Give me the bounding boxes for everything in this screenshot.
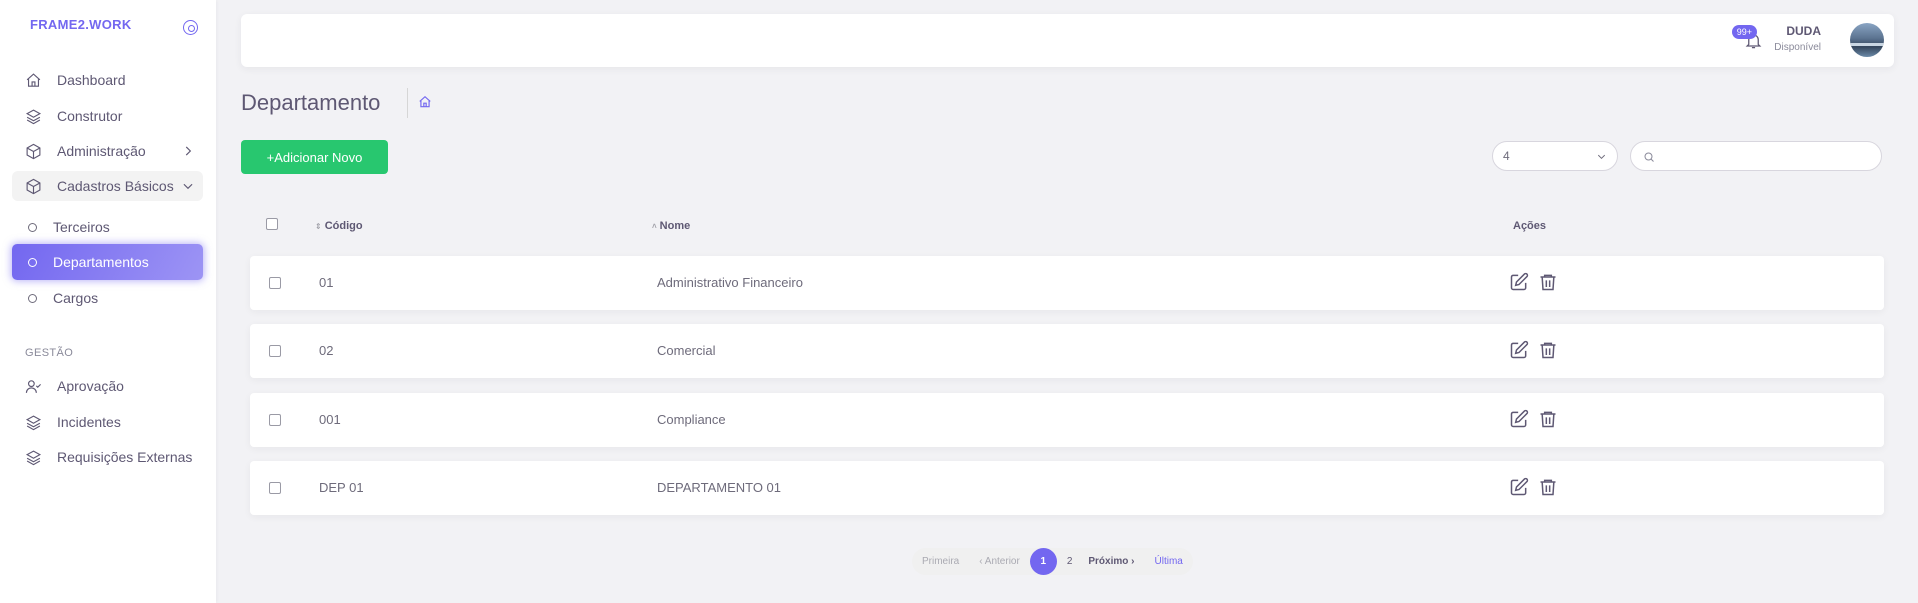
user-name[interactable]: DUDA (1786, 24, 1821, 38)
brand-logo[interactable]: FRAME2.WORK (30, 17, 132, 32)
row-checkbox[interactable] (269, 277, 281, 289)
sidebar-item-label: Administração (57, 143, 146, 159)
sidebar-item-requisicoes-externas[interactable]: Requisições Externas (12, 442, 203, 472)
edit-icon[interactable] (1509, 340, 1529, 363)
column-header-name[interactable]: ˄ Nome (652, 220, 690, 232)
column-header-code[interactable]: ⇕ Código (315, 220, 363, 232)
circle-icon (28, 222, 37, 232)
box-icon (24, 177, 42, 195)
table-header: ⇕ Código ˄ Nome Ações (250, 212, 1884, 240)
chevron-right-icon (181, 144, 195, 161)
page-title: Departamento (241, 90, 381, 115)
sidebar-subitem-label: Terceiros (53, 219, 110, 235)
row-checkbox[interactable] (269, 482, 281, 494)
row-code: 01 (319, 275, 334, 290)
pagination-first[interactable]: Primeira (912, 556, 969, 567)
search-icon (1643, 150, 1655, 168)
row-code: DEP 01 (319, 480, 364, 495)
layers-icon (24, 107, 42, 125)
edit-icon[interactable] (1509, 477, 1529, 500)
sidebar-item-cadastros-basicos[interactable]: Cadastros Básicos (12, 171, 203, 201)
trash-icon[interactable] (1538, 340, 1558, 363)
breadcrumb-home-icon[interactable] (418, 95, 432, 114)
row-checkbox[interactable] (269, 414, 281, 426)
sidebar-subitem-departamentos[interactable]: Departamentos (12, 244, 203, 280)
add-new-button[interactable]: +Adicionar Novo (241, 140, 388, 174)
row-code: 001 (319, 412, 341, 427)
pagination: Primeira ‹ Anterior 1 2 Próximo › Última (912, 548, 1193, 575)
notification-badge: 99+ (1731, 25, 1757, 39)
per-page-value: 4 (1503, 149, 1510, 163)
sidebar-item-label: Dashboard (57, 72, 126, 88)
layers-icon (24, 448, 42, 466)
sidebar-item-incidentes[interactable]: Incidentes (12, 407, 203, 437)
row-name: Administrativo Financeiro (657, 275, 803, 290)
search-input[interactable] (1659, 146, 1874, 166)
sidebar-item-label: Requisições Externas (57, 449, 193, 465)
sidebar-item-label: Construtor (57, 108, 123, 124)
sidebar-item-label: Aprovação (57, 378, 124, 394)
top-navbar: 99+ DUDA Disponível (241, 14, 1894, 67)
row-code: 02 (319, 343, 334, 358)
sort-icon: ⇕ (315, 221, 322, 231)
avatar[interactable] (1850, 23, 1884, 57)
title-divider (407, 88, 408, 118)
column-header-actions: Ações (1513, 220, 1547, 232)
search-box[interactable] (1630, 141, 1882, 171)
pagination-page-current[interactable]: 1 (1029, 548, 1057, 575)
edit-icon[interactable] (1509, 409, 1529, 432)
sidebar-item-construtor[interactable]: Construtor (12, 101, 203, 131)
row-checkbox[interactable] (269, 345, 281, 357)
pagination-last[interactable]: Última (1145, 556, 1193, 567)
chevron-down-icon (1596, 151, 1607, 165)
sidebar-item-label: Cadastros Básicos (57, 178, 174, 194)
pagination-page[interactable]: 2 (1061, 556, 1079, 567)
trash-icon[interactable] (1538, 409, 1558, 432)
section-label-gestao: GESTÃO (25, 347, 74, 359)
circle-icon (28, 293, 37, 303)
select-all-checkbox[interactable] (266, 218, 278, 230)
box-icon (24, 142, 42, 160)
edit-icon[interactable] (1509, 272, 1529, 295)
sidebar-item-aprovacao[interactable]: Aprovação (12, 371, 203, 401)
circle-icon (28, 257, 37, 267)
table-row[interactable]: 01 Administrativo Financeiro (250, 256, 1884, 310)
table-row[interactable]: DEP 01 DEPARTAMENTO 01 (250, 461, 1884, 515)
row-name: DEPARTAMENTO 01 (657, 480, 782, 495)
user-check-icon (24, 377, 42, 395)
sidebar-item-administracao[interactable]: Administração (12, 136, 203, 166)
sidebar-subitem-cargos[interactable]: Cargos (12, 280, 203, 316)
layers-icon (24, 413, 42, 431)
table-row[interactable]: 001 Compliance (250, 393, 1884, 447)
sidebar-item-label: Incidentes (57, 414, 121, 430)
trash-icon[interactable] (1538, 477, 1558, 500)
pagination-previous[interactable]: ‹ Anterior (969, 556, 1030, 567)
sidebar-toggle-icon[interactable] (183, 20, 198, 35)
sort-asc-icon: ˄ (652, 221, 657, 231)
sidebar-subitem-terceiros[interactable]: Terceiros (12, 209, 203, 245)
pagination-next[interactable]: Próximo › (1078, 556, 1144, 567)
home-icon (24, 71, 42, 89)
sidebar: FRAME2.WORK Dashboard Construtor Adminis… (0, 0, 216, 603)
table-row[interactable]: 02 Comercial (250, 324, 1884, 378)
user-status: Disponível (1774, 42, 1821, 53)
row-name: Comercial (657, 343, 716, 358)
sidebar-item-dashboard[interactable]: Dashboard (12, 65, 203, 95)
per-page-select[interactable]: 4 (1492, 141, 1618, 171)
chevron-down-icon (181, 179, 195, 196)
sidebar-subitem-label: Departamentos (53, 254, 149, 270)
row-name: Compliance (657, 412, 726, 427)
trash-icon[interactable] (1538, 272, 1558, 295)
sidebar-subitem-label: Cargos (53, 290, 99, 306)
